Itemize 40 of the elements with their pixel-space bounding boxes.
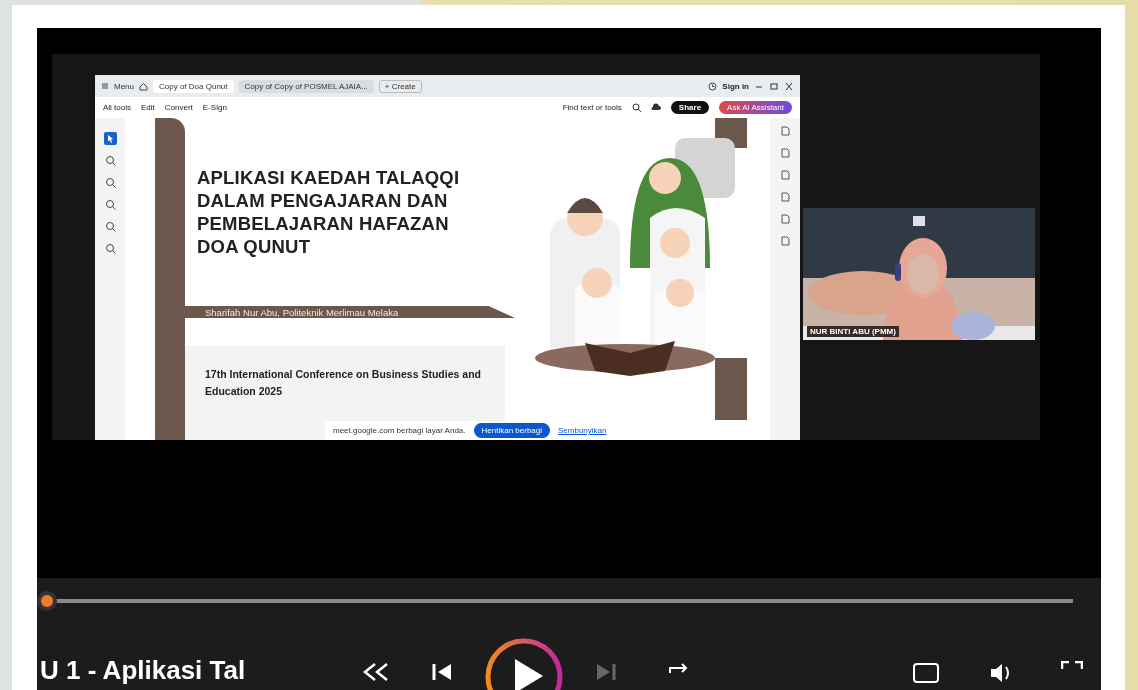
tool-icon[interactable]: [103, 154, 117, 167]
sign-in-link[interactable]: Sign in: [722, 81, 749, 91]
clock-icon[interactable]: [708, 81, 718, 91]
browser-tab[interactable]: Copy of Copy of POSMEL AJAIA...: [238, 79, 374, 93]
page-icon[interactable]: [780, 148, 790, 158]
toolbar-item[interactable]: All tools: [103, 103, 131, 112]
page-icon[interactable]: [780, 236, 790, 246]
tool-icon[interactable]: [103, 198, 117, 211]
create-button[interactable]: + Create: [378, 79, 422, 93]
skip-forward-icon[interactable]: [595, 661, 617, 683]
captions-icon[interactable]: [913, 661, 939, 683]
restore-icon[interactable]: [769, 81, 779, 91]
cursor-icon[interactable]: [103, 132, 117, 145]
stop-sharing-button[interactable]: Hentikan berbagi: [473, 423, 550, 438]
toolbar-item[interactable]: Convert: [164, 103, 193, 112]
tool-icon[interactable]: [103, 242, 117, 255]
page-icon[interactable]: [780, 126, 790, 136]
page-icon[interactable]: [780, 192, 790, 202]
close-icon[interactable]: [784, 81, 794, 91]
skip-back-icon[interactable]: [431, 661, 453, 683]
page-icon[interactable]: [780, 214, 790, 224]
author-band: Sharifah Nur Abu, Politeknik Merlimau Melaka: [185, 306, 515, 318]
share-button[interactable]: Share: [670, 101, 710, 114]
slide-title: APLIKASI KAEDAH TALAQQI DALAM PENGAJARAN DAN PEMBELAJARAN HAFAZAN DOA QUNUT: [197, 166, 461, 258]
toolbar-item[interactable]: E-Sign: [202, 103, 227, 112]
browser-tab[interactable]: Copy of Doa Qunut: [153, 79, 234, 93]
share-message: meet.google.com berbagi layar Anda.: [333, 426, 466, 435]
video-title: U 1 - Aplikasi Tal: [40, 654, 247, 686]
tool-icon[interactable]: [103, 220, 117, 233]
home-icon[interactable]: [139, 81, 148, 91]
search-icon[interactable]: [631, 103, 641, 112]
toolbar-item[interactable]: Edit: [141, 103, 155, 112]
participant-name: NUR BINTI ABU (PMM): [807, 326, 899, 337]
tool-icon[interactable]: [103, 176, 117, 189]
page-icon[interactable]: [780, 170, 790, 180]
cloud-icon[interactable]: [650, 103, 661, 112]
find-field[interactable]: Find text or tools: [562, 103, 622, 112]
menu-label[interactable]: Menu: [114, 81, 134, 91]
hide-link[interactable]: Sembunyikan: [558, 426, 607, 435]
ai-assistant-button[interactable]: Ask AI Assistant: [719, 101, 792, 114]
